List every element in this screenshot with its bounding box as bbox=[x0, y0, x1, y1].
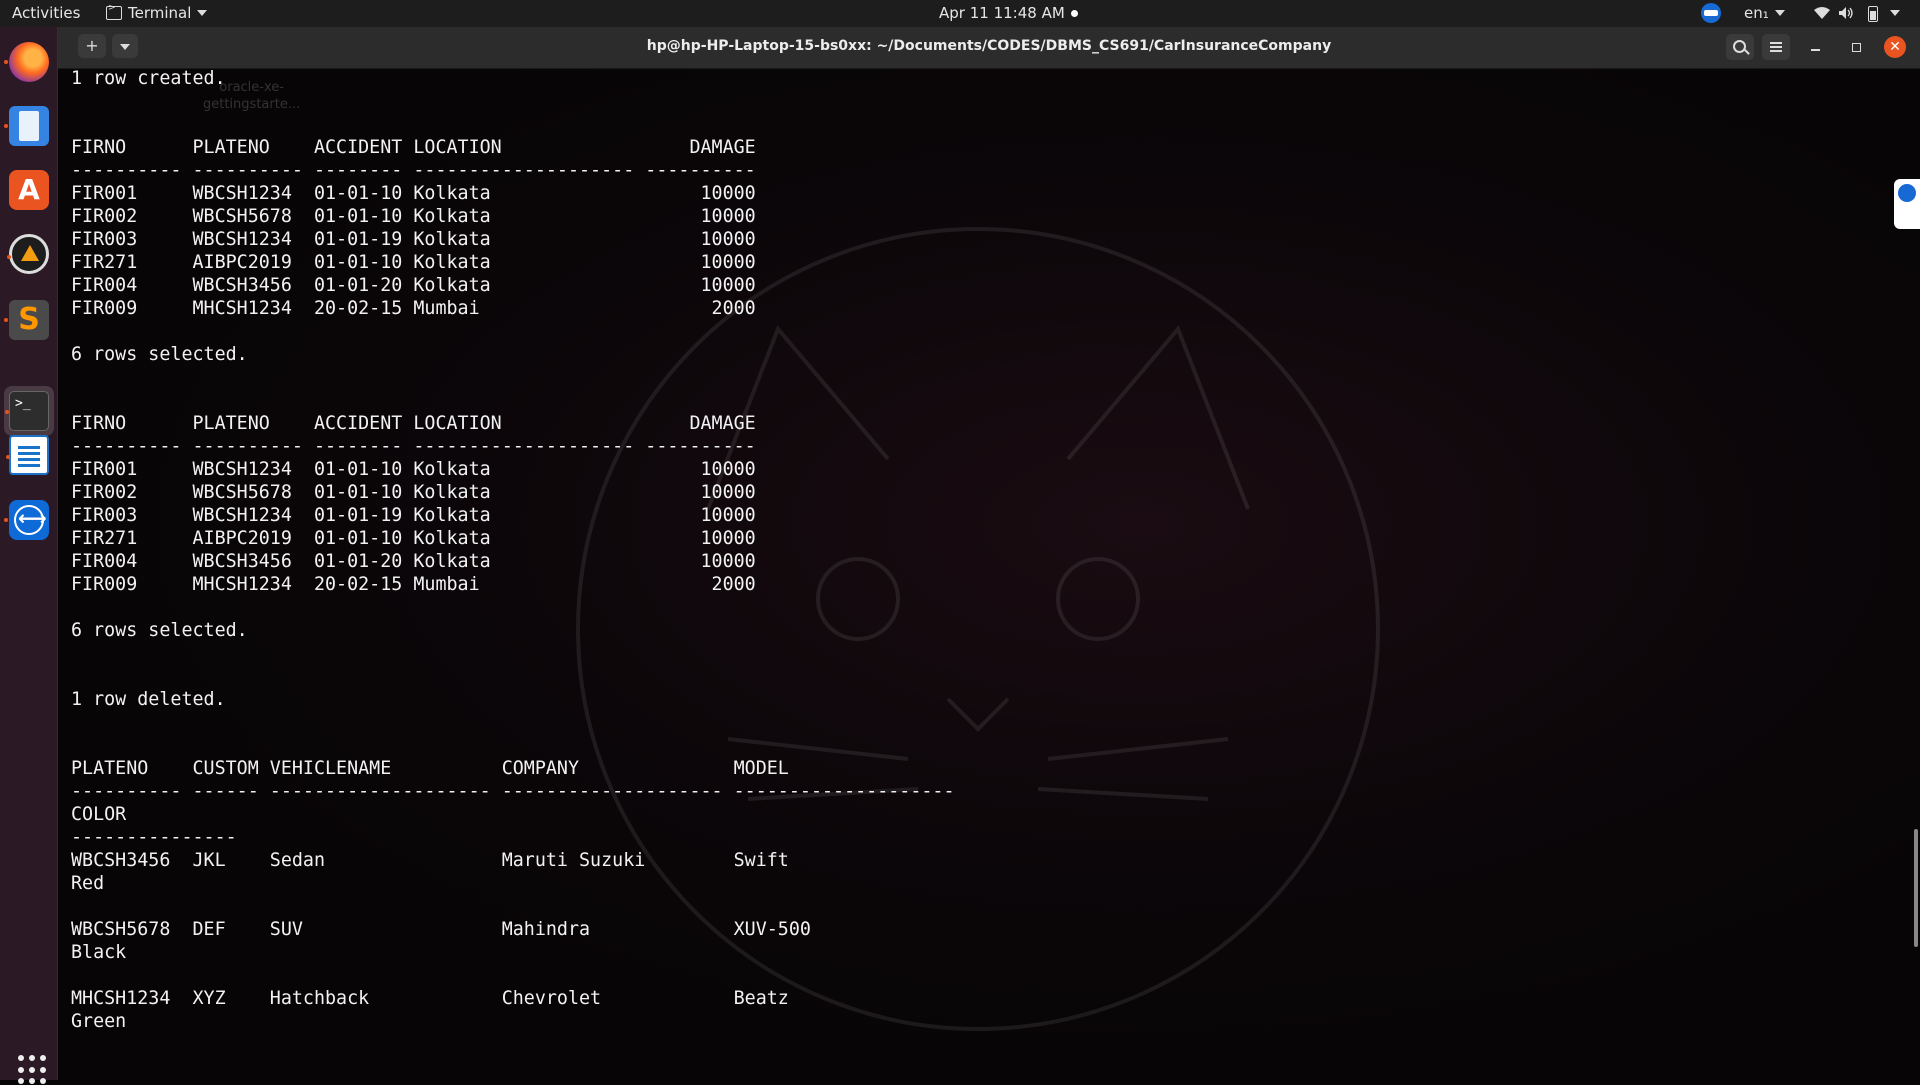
system-menu-chevron-icon[interactable] bbox=[1890, 10, 1900, 16]
terminal-output-area[interactable]: oracle-xe- gettingstarte... 1 row create… bbox=[58, 69, 1920, 1080]
activities-button[interactable]: Activities bbox=[12, 4, 80, 22]
show-applications-icon[interactable] bbox=[18, 1055, 48, 1085]
terminal-icon bbox=[106, 3, 122, 20]
app-menu[interactable]: Terminal bbox=[106, 3, 208, 22]
maximize-icon[interactable] bbox=[1842, 34, 1870, 60]
app-menu-label: Terminal bbox=[128, 4, 192, 22]
teamviewer-tray-icon[interactable] bbox=[1701, 3, 1721, 23]
running-indicator bbox=[7, 255, 11, 259]
language-label: en₁ bbox=[1744, 4, 1769, 22]
battery-icon[interactable] bbox=[1868, 6, 1878, 22]
sublime-text-icon[interactable]: S bbox=[4, 300, 49, 340]
minimize-icon[interactable] bbox=[1802, 34, 1830, 60]
search-icon[interactable] bbox=[1726, 34, 1754, 60]
running-indicator bbox=[4, 318, 8, 322]
running-indicator bbox=[5, 410, 9, 414]
clock[interactable]: Apr 11 11:48 AM bbox=[939, 4, 1078, 22]
firefox-icon[interactable] bbox=[4, 42, 49, 82]
running-indicator bbox=[4, 518, 8, 522]
software-store-icon[interactable]: A bbox=[9, 170, 49, 210]
running-indicator bbox=[4, 60, 8, 64]
clock-label: Apr 11 11:48 AM bbox=[939, 4, 1065, 22]
files-icon[interactable] bbox=[4, 106, 49, 146]
chevron-down-icon bbox=[197, 10, 208, 16]
volume-icon[interactable] bbox=[1838, 6, 1854, 20]
top-bar: Activities Terminal Apr 11 11:48 AM en₁ bbox=[0, 0, 1920, 27]
window-title: hp@hp-HP-Laptop-15-bs0xx: ~/Documents/CO… bbox=[646, 38, 1332, 54]
language-selector[interactable]: en₁ bbox=[1744, 4, 1785, 22]
close-icon[interactable]: ✕ bbox=[1884, 36, 1906, 58]
chevron-down-icon bbox=[1774, 10, 1785, 16]
writer-icon[interactable] bbox=[6, 435, 49, 475]
hamburger-menu-icon[interactable] bbox=[1762, 34, 1790, 60]
teamviewer-icon[interactable] bbox=[4, 500, 49, 540]
wifi-icon[interactable] bbox=[1813, 6, 1831, 20]
teamviewer-side-panel-icon[interactable] bbox=[1894, 179, 1920, 229]
terminal-icon[interactable]: >_ bbox=[5, 391, 49, 431]
notification-dot-icon bbox=[1070, 9, 1078, 17]
window-titlebar[interactable]: + hp@hp-HP-Laptop-15-bs0xx: ~/Documents/… bbox=[58, 27, 1920, 69]
running-indicator bbox=[4, 124, 8, 128]
drawio-icon[interactable] bbox=[7, 234, 49, 274]
terminal-text: 1 row created. FIRNO PLATENO ACCIDENT LO… bbox=[71, 69, 955, 1032]
dock: A S >_ bbox=[0, 27, 58, 1085]
running-indicator bbox=[6, 455, 10, 459]
scrollbar[interactable] bbox=[1914, 829, 1918, 947]
